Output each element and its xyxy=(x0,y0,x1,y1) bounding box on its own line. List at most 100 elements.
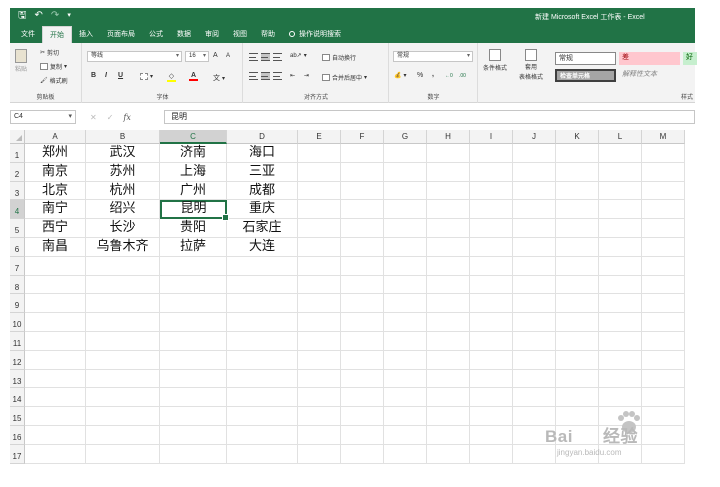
increase-decimal-button[interactable]: ←0 xyxy=(445,73,453,79)
cell-f1[interactable] xyxy=(341,144,384,163)
cell-k11[interactable] xyxy=(556,332,599,351)
cell-b14[interactable] xyxy=(86,388,160,408)
row-header-13[interactable]: 13 xyxy=(10,369,25,389)
cell-g16[interactable] xyxy=(384,426,427,445)
cell-j11[interactable] xyxy=(513,332,556,351)
cell-a16[interactable] xyxy=(25,426,86,445)
cell-b17[interactable] xyxy=(86,444,160,464)
cell-e11[interactable] xyxy=(298,332,341,351)
cell-i17[interactable] xyxy=(470,444,513,464)
cell-l10[interactable] xyxy=(599,313,642,332)
align-left-icon[interactable] xyxy=(249,72,258,80)
cell-d17[interactable] xyxy=(227,444,298,464)
cell-h9[interactable] xyxy=(427,294,470,314)
undo-icon[interactable]: ↶ xyxy=(35,11,43,21)
cell-m15[interactable] xyxy=(642,407,685,426)
cell-e8[interactable] xyxy=(298,275,341,295)
cell-h16[interactable] xyxy=(427,426,470,445)
cell-k13[interactable] xyxy=(556,369,599,389)
cell-i4[interactable] xyxy=(470,200,513,220)
row-header-8[interactable]: 8 xyxy=(10,275,25,295)
cell-j1[interactable] xyxy=(513,144,556,163)
cell-e10[interactable] xyxy=(298,313,341,332)
font-size-select[interactable]: 16 xyxy=(185,51,209,62)
cell-h12[interactable] xyxy=(427,350,470,370)
cell-g7[interactable] xyxy=(384,256,427,276)
cell-k5[interactable] xyxy=(556,219,599,238)
cell-a14[interactable] xyxy=(25,388,86,408)
cell-j4[interactable] xyxy=(513,200,556,220)
cell-m17[interactable] xyxy=(642,444,685,464)
bold-button[interactable]: B xyxy=(91,72,96,79)
cell-a8[interactable] xyxy=(25,275,86,295)
cell-e2[interactable] xyxy=(298,162,341,182)
cell-c14[interactable] xyxy=(160,388,227,408)
tab-help[interactable]: 帮助 xyxy=(254,26,282,43)
cell-e14[interactable] xyxy=(298,388,341,408)
align-center-icon[interactable] xyxy=(261,72,270,80)
align-top-icon[interactable] xyxy=(249,53,258,61)
cell-e1[interactable] xyxy=(298,144,341,163)
cell-i7[interactable] xyxy=(470,256,513,276)
cell-d8[interactable] xyxy=(227,275,298,295)
cell-h1[interactable] xyxy=(427,144,470,163)
insert-function-icon[interactable]: fx xyxy=(123,113,130,122)
cell-a15[interactable] xyxy=(25,407,86,426)
cell-m1[interactable] xyxy=(642,144,685,163)
style-normal[interactable]: 常规 xyxy=(555,52,616,65)
cell-l1[interactable] xyxy=(599,144,642,163)
cell-m16[interactable] xyxy=(642,426,685,445)
cell-f4[interactable] xyxy=(341,200,384,220)
cell-e13[interactable] xyxy=(298,369,341,389)
cell-f3[interactable] xyxy=(341,181,384,201)
cell-c8[interactable] xyxy=(160,275,227,295)
customize-icon[interactable]: ▾ xyxy=(67,11,71,21)
comma-button[interactable]: , xyxy=(432,71,434,78)
cell-a9[interactable] xyxy=(25,294,86,314)
cell-b13[interactable] xyxy=(86,369,160,389)
underline-button[interactable]: U xyxy=(118,72,123,79)
cell-k3[interactable] xyxy=(556,181,599,201)
tab-file[interactable]: 文件 xyxy=(14,26,42,43)
cell-i16[interactable] xyxy=(470,426,513,445)
cell-g17[interactable] xyxy=(384,444,427,464)
redo-icon[interactable]: ↷ xyxy=(51,11,59,21)
cell-a10[interactable] xyxy=(25,313,86,332)
cell-i11[interactable] xyxy=(470,332,513,351)
row-header-2[interactable]: 2 xyxy=(10,162,25,182)
column-header-k[interactable]: K xyxy=(556,130,599,144)
cell-j9[interactable] xyxy=(513,294,556,314)
cell-l7[interactable] xyxy=(599,256,642,276)
cell-f10[interactable] xyxy=(341,313,384,332)
cell-c1[interactable]: 济南 xyxy=(160,144,227,163)
cut-button[interactable]: ✂ 剪切 xyxy=(40,48,59,57)
column-header-a[interactable]: A xyxy=(25,130,86,144)
cell-a3[interactable]: 北京 xyxy=(25,181,86,201)
cell-b9[interactable] xyxy=(86,294,160,314)
column-header-e[interactable]: E xyxy=(298,130,341,144)
cell-g14[interactable] xyxy=(384,388,427,408)
style-check-cell[interactable]: 检查单元格 xyxy=(555,69,616,82)
row-header-10[interactable]: 10 xyxy=(10,313,25,332)
cell-f9[interactable] xyxy=(341,294,384,314)
cell-b12[interactable] xyxy=(86,350,160,370)
cell-d11[interactable] xyxy=(227,332,298,351)
cell-k1[interactable] xyxy=(556,144,599,163)
cell-c11[interactable] xyxy=(160,332,227,351)
row-header-9[interactable]: 9 xyxy=(10,294,25,314)
increase-indent-button[interactable]: ⇥ xyxy=(304,72,309,79)
cell-g4[interactable] xyxy=(384,200,427,220)
cell-c5[interactable]: 贵阳 xyxy=(160,219,227,238)
tab-page-layout[interactable]: 页面布局 xyxy=(100,26,142,43)
cell-f15[interactable] xyxy=(341,407,384,426)
cell-c13[interactable] xyxy=(160,369,227,389)
align-bottom-icon[interactable] xyxy=(273,53,282,61)
cell-c9[interactable] xyxy=(160,294,227,314)
cell-j12[interactable] xyxy=(513,350,556,370)
cell-g12[interactable] xyxy=(384,350,427,370)
cell-b4[interactable]: 绍兴 xyxy=(86,200,160,220)
cell-e4[interactable] xyxy=(298,200,341,220)
phonetic-button[interactable]: 文 ▾ xyxy=(213,73,225,83)
decrease-decimal-button[interactable]: .00 xyxy=(459,73,466,79)
cell-h15[interactable] xyxy=(427,407,470,426)
